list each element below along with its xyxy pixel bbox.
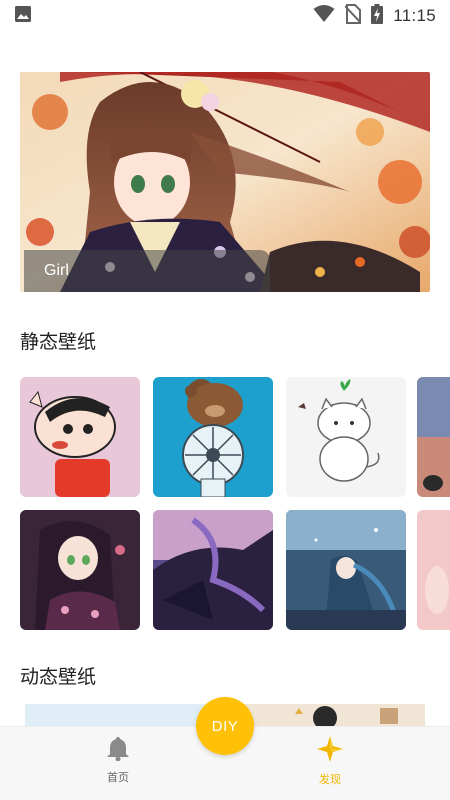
wifi-icon xyxy=(313,5,335,27)
nav-home-label: 首页 xyxy=(107,771,129,784)
diy-button-label: DIY xyxy=(211,717,239,735)
star-diamond-icon xyxy=(316,736,344,767)
status-time: 11:15 xyxy=(393,6,436,25)
pink-anime-wallpaper[interactable] xyxy=(417,510,450,630)
diy-button[interactable]: DIY xyxy=(196,697,254,755)
kimono-girl-wallpaper[interactable] xyxy=(20,510,140,630)
featured-banner[interactable]: Girl xyxy=(20,72,430,292)
banner-caption-text: Girl xyxy=(44,262,69,279)
cartoon-boy-wallpaper[interactable] xyxy=(20,377,140,497)
nav-discover-label: 发现 xyxy=(319,773,341,786)
dynamic-wallpaper-title: 动态壁纸 xyxy=(20,666,97,688)
nav-discover[interactable]: 发现 xyxy=(290,735,370,787)
bell-icon xyxy=(105,737,131,765)
status-bar: 11:15 xyxy=(0,0,450,32)
banner-caption: Girl xyxy=(24,250,270,292)
blue-hair-girl-wallpaper[interactable] xyxy=(286,510,406,630)
bear-with-fan-wallpaper[interactable] xyxy=(153,377,273,497)
static-wallpaper-row-1 xyxy=(20,377,450,497)
static-wallpaper-title: 静态壁纸 xyxy=(20,331,97,353)
nav-home[interactable]: 首页 xyxy=(78,735,158,785)
static-wallpaper-row-2 xyxy=(20,510,450,630)
sunset-cat-wallpaper[interactable] xyxy=(417,377,450,497)
image-icon xyxy=(14,5,32,27)
dark-dragon-wallpaper[interactable] xyxy=(153,510,273,630)
battery-charging-icon xyxy=(371,4,384,28)
white-cat-wallpaper[interactable] xyxy=(286,377,406,497)
no-sim-icon xyxy=(344,4,362,28)
